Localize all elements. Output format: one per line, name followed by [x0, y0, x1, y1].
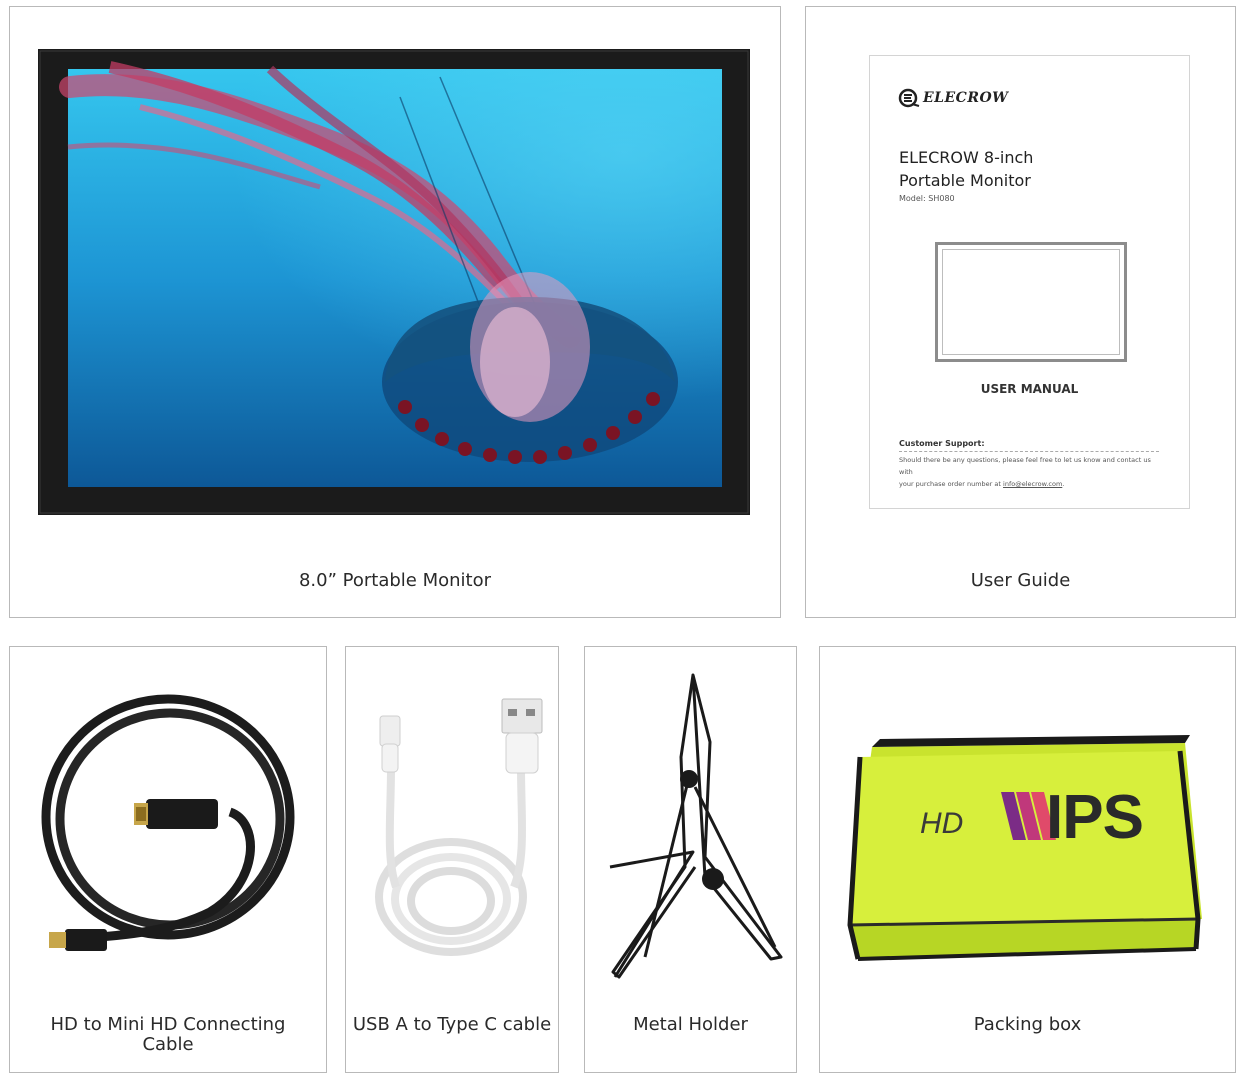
box-label-hd: HD — [920, 807, 964, 840]
product-caption: Packing box — [973, 1014, 1082, 1035]
user-manual-booklet: ELECROW ELECROW 8-inch Portable Monitor … — [869, 55, 1190, 509]
metal-stand-icon — [609, 673, 783, 979]
support-text-line: Should there be any questions, please fe… — [899, 456, 1151, 476]
manual-heading: USER MANUAL — [980, 382, 1079, 396]
support-email-link: info@elecrow.com — [1003, 480, 1063, 488]
product-caption: 8.0” Portable Monitor — [298, 570, 492, 591]
product-card-user-guide: ELECROW ELECROW 8-inch Portable Monitor … — [805, 6, 1236, 618]
support-text-line: your purchase order number at — [899, 480, 1004, 488]
box-label-ips: IPS — [1046, 783, 1144, 852]
manual-title: ELECROW 8-inch Portable Monitor — [899, 146, 1033, 192]
packing-box-icon — [847, 735, 1202, 961]
elecrow-logo-icon — [898, 88, 920, 108]
hdmi-cable-icon — [41, 694, 295, 951]
product-card-monitor: 8.0” Portable Monitor — [9, 6, 781, 618]
divider — [899, 451, 1159, 452]
product-card-packing-box: HD IPS Packing box — [819, 646, 1236, 1073]
manual-title-line: ELECROW 8-inch — [899, 148, 1034, 167]
brand-logo: ELECROW — [898, 88, 1008, 108]
product-caption: Metal Holder — [633, 1014, 748, 1035]
brand-name: ELECROW — [923, 90, 1009, 106]
product-caption: USB A to Type C cable — [352, 1014, 552, 1035]
product-card-usb-cable: USB A to Type C cable — [345, 646, 559, 1073]
model-number: Model: SH080 — [899, 194, 955, 203]
product-card-hdmi-cable: HD to Mini HD Connecting Cable — [9, 646, 327, 1073]
monitor-outline — [935, 242, 1127, 362]
support-title: Customer Support: — [899, 439, 985, 448]
product-caption: HD to Mini HD Connecting Cable — [10, 1015, 326, 1055]
support-text: Should there be any questions, please fe… — [899, 454, 1161, 490]
manual-title-line: Portable Monitor — [899, 171, 1031, 190]
caption-line: Cable — [142, 1034, 194, 1055]
product-card-metal-holder: Metal Holder — [584, 646, 797, 1073]
monitor-image — [38, 49, 750, 515]
product-caption: User Guide — [970, 570, 1071, 591]
support-text-end: . — [1062, 480, 1065, 488]
usb-c-cable-icon — [375, 698, 543, 956]
caption-line: HD to Mini HD Connecting — [50, 1014, 286, 1035]
